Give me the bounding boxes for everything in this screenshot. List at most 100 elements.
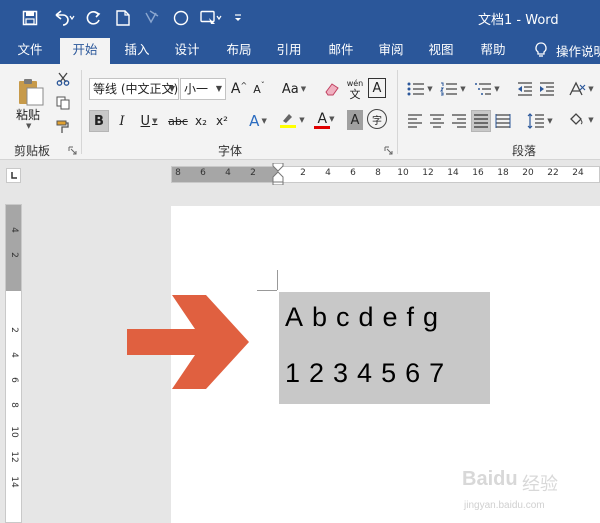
cut-icon[interactable] xyxy=(54,70,72,88)
document-title: 文档1 - Word xyxy=(478,13,559,28)
title-bar: 文档1 - Word xyxy=(0,0,600,36)
multilevel-list-button[interactable]: ▼ xyxy=(472,78,502,100)
tab-stop-selector[interactable] xyxy=(6,168,21,183)
format-painter-icon[interactable] xyxy=(54,118,72,136)
copy-icon[interactable] xyxy=(54,94,72,112)
eraser-icon xyxy=(325,83,339,96)
clipboard-dialog-launcher-icon[interactable] xyxy=(68,146,77,155)
distributed-button[interactable] xyxy=(493,110,513,132)
vertical-ruler[interactable]: 4 2 2 4 6 8 10 12 14 xyxy=(5,204,22,523)
phonetic-base-glyph: 文 xyxy=(349,88,361,101)
ruler-number: 2 xyxy=(300,168,306,178)
align-left-icon xyxy=(408,114,422,128)
tab-review[interactable]: 审阅 xyxy=(368,36,414,64)
bullets-button[interactable]: ▼ xyxy=(405,78,435,100)
superscript-button[interactable]: x² xyxy=(213,110,231,132)
align-right-button[interactable] xyxy=(449,110,469,132)
touch-mode-icon[interactable] xyxy=(198,8,224,28)
tab-references[interactable]: 引用 xyxy=(266,36,312,64)
indent-marker-icon[interactable] xyxy=(272,163,284,185)
margin-corner-mark xyxy=(257,290,277,291)
ruler-number: 10 xyxy=(9,426,19,438)
ruler-number: 6 xyxy=(350,168,356,178)
group-label-font: 字体 xyxy=(218,144,243,158)
align-center-icon xyxy=(430,114,444,128)
tell-me-search[interactable]: 操作说明 xyxy=(534,36,600,64)
line-spacing-icon xyxy=(527,113,545,129)
italic-button[interactable]: I xyxy=(112,110,132,132)
text-line-letters[interactable]: Abcdefg xyxy=(285,302,485,333)
increase-indent-icon xyxy=(540,82,554,96)
ruler-number: 2 xyxy=(9,252,19,258)
grow-font-button[interactable]: A ^ xyxy=(230,78,248,100)
group-label-clipboard: 剪贴板 xyxy=(14,144,51,158)
font-color-glyph: A xyxy=(317,110,328,127)
strikethrough-button[interactable]: abc xyxy=(167,110,189,132)
selected-text-block[interactable]: Abcdefg 1234567 xyxy=(279,292,490,404)
numbering-button[interactable]: ▼ xyxy=(438,78,468,100)
underline-button[interactable]: U ▼ xyxy=(135,110,163,132)
tell-me-label: 操作说明 xyxy=(556,43,600,59)
enclose-characters-button[interactable]: 字 xyxy=(367,109,387,129)
redo-icon[interactable] xyxy=(84,8,104,28)
justify-button[interactable] xyxy=(471,110,491,132)
shrink-font-button[interactable]: Aˇ xyxy=(250,78,268,100)
decrease-indent-button[interactable] xyxy=(515,78,535,100)
paragraph-shading-button[interactable]: ▼ xyxy=(566,108,596,132)
ruler-number: 8 xyxy=(9,402,19,408)
align-center-button[interactable] xyxy=(427,110,447,132)
ruler-number: 4 xyxy=(225,168,231,178)
clear-formatting-button[interactable] xyxy=(322,78,342,100)
customize-toolbar-icon[interactable] xyxy=(232,8,244,28)
tab-view[interactable]: 视图 xyxy=(418,36,464,64)
tab-mailings[interactable]: 邮件 xyxy=(318,36,364,64)
circle-shape-icon[interactable] xyxy=(172,8,190,28)
align-right-icon xyxy=(452,114,466,128)
text-effects-glyph: A xyxy=(249,112,260,130)
align-left-button[interactable] xyxy=(405,110,425,132)
ruler-number: 6 xyxy=(200,168,206,178)
save-icon[interactable] xyxy=(20,8,40,28)
horizontal-ruler[interactable]: 8 6 4 2 2 4 6 8 10 12 14 16 18 20 22 24 xyxy=(171,163,600,185)
tab-design[interactable]: 设计 xyxy=(164,36,210,64)
subscript-button[interactable]: x₂ xyxy=(192,110,210,132)
subscript-glyph: x₂ xyxy=(195,114,207,128)
phonetic-guide-button[interactable]: wén 文 xyxy=(345,76,365,102)
ruler-number: 4 xyxy=(325,168,331,178)
highlighter-icon xyxy=(280,114,297,128)
new-document-icon[interactable] xyxy=(114,8,132,28)
undo-icon[interactable] xyxy=(50,8,78,28)
bold-button[interactable]: B xyxy=(89,110,109,132)
text-line-numbers[interactable]: 1234567 xyxy=(285,358,485,389)
tab-home[interactable]: 开始 xyxy=(60,38,110,64)
text-effects-button[interactable]: A ▼ xyxy=(244,110,272,132)
font-size-combo[interactable]: 小一 ▼ xyxy=(180,78,226,100)
tab-insert[interactable]: 插入 xyxy=(114,36,160,64)
font-dialog-launcher-icon[interactable] xyxy=(384,146,393,155)
bold-glyph: B xyxy=(94,113,104,129)
change-case-button[interactable]: Aa ▼ xyxy=(279,78,309,100)
font-color-button[interactable]: A ▼ xyxy=(310,108,342,132)
paste-dropdown-icon[interactable]: ▼ xyxy=(26,122,31,130)
font-name-combo[interactable]: 等线 (中文正文) ▼ xyxy=(89,78,179,100)
character-border-button[interactable]: A xyxy=(368,78,386,98)
right-arrow-shape[interactable] xyxy=(127,295,251,389)
change-case-glyph: Aa xyxy=(281,81,299,97)
character-shading-button[interactable]: A xyxy=(347,110,363,130)
tab-layout[interactable]: 布局 xyxy=(216,36,262,64)
increase-indent-button[interactable] xyxy=(537,78,557,100)
ruler-number: 2 xyxy=(9,327,19,333)
highlight-color-button[interactable]: ▼ xyxy=(276,108,308,132)
lightbulb-icon xyxy=(535,42,547,57)
font-size-dropdown-icon[interactable]: ▼ xyxy=(216,79,222,99)
font-size-value: 小一 xyxy=(184,82,209,96)
margin-corner-mark xyxy=(277,270,278,290)
ruler-number: 14 xyxy=(9,476,19,488)
font-name-dropdown-icon[interactable]: ▼ xyxy=(169,79,175,99)
left-tab-icon xyxy=(11,172,17,179)
watermark: Baidu 经验 jingyan.baidu.com xyxy=(460,462,600,523)
tab-help[interactable]: 帮助 xyxy=(470,36,516,64)
line-spacing-button[interactable]: ▼ xyxy=(525,110,555,132)
chinese-layout-button[interactable]: ▼ xyxy=(566,78,596,100)
tab-file[interactable]: 文件 xyxy=(6,36,54,64)
